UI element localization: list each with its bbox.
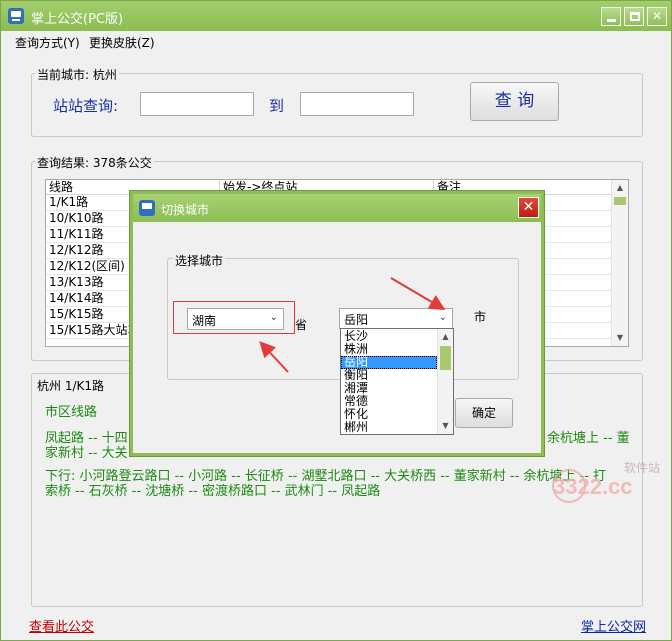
scroll-up-icon[interactable]: ▲ [612,180,628,196]
to-label: 到 [269,97,285,115]
brand-website-link[interactable]: 掌上公交网 [581,616,646,635]
up-route-line2-left: 家新村 -- 大关 [45,446,128,461]
line-cell: 13/K13路 [49,275,104,289]
scroll-down-icon[interactable]: ▼ [612,330,628,346]
results-legend: 查询结果: 378条公交 [35,154,154,171]
up-route-line1-right: 余杭塘上 -- 董 [547,431,630,446]
watermark-logo: 3322.cc 软件站 [552,461,660,503]
switch-city-dialog: 切换城市 ✕ 选择城市 湖南 ⌄ 省 岳阳 ⌄ 市 长沙 株洲 岳阳 衡阳 湘潭… [130,191,544,456]
title-bar[interactable]: 掌上公交(PC版) ✕ [1,1,671,31]
scroll-thumb[interactable] [440,346,451,370]
city-value: 岳阳 [344,313,369,327]
view-bus-link[interactable]: 查看此公交 [29,616,94,635]
select-city-legend: 选择城市 [173,252,226,269]
line-cell: 12/K12(区间) [49,259,125,273]
close-button[interactable]: ✕ [647,7,667,26]
station-query-label: 站站查询: [53,97,119,115]
line-cell: 11/K11路 [49,227,104,241]
city-dropdown-list[interactable]: 长沙 株洲 岳阳 衡阳 湘潭 常德 怀化 郴州 ▲ ▼ [340,328,454,435]
dropdown-scrollbar[interactable]: ▲ ▼ [437,329,453,434]
maximize-icon [630,12,640,21]
minimize-icon [607,19,616,22]
line-cell: 14/K14路 [49,291,104,305]
menu-change-skin[interactable]: 更换皮肤(Z) [89,34,155,51]
line-cell: 1/K1路 [49,195,89,209]
minimize-button[interactable] [601,7,621,26]
menu-bar: 查询方式(Y) 更换皮肤(Z) [1,31,671,51]
list-scrollbar[interactable]: ▲ ▼ [611,180,628,346]
chevron-down-icon: ⌄ [269,312,278,323]
dialog-title-bar[interactable]: 切换城市 ✕ [133,194,541,222]
close-icon: ✕ [651,9,663,23]
watermark-brand: 3322.cc [553,474,633,499]
scroll-down-icon[interactable]: ▼ [438,418,453,434]
city-option[interactable]: 郴州 [341,421,437,434]
query-button[interactable]: 查 询 [470,82,559,121]
window-title: 掌上公交(PC版) [31,12,124,27]
line-cell: 10/K10路 [49,211,104,225]
province-select[interactable]: 湖南 ⌄ [187,308,284,330]
chevron-down-icon: ⌄ [438,312,447,323]
dialog-close-button[interactable]: ✕ [518,197,539,218]
bus-dialog-icon [139,200,155,216]
current-city-legend: 当前城市: 杭州 [35,66,119,83]
from-station-input[interactable] [140,92,254,116]
district-label: 市区线路 [45,405,98,420]
watermark-tag: 软件站 [624,461,660,475]
to-station-input[interactable] [300,92,414,116]
route-detail-legend: 杭州 1/K1路 [35,377,106,394]
maximize-button[interactable] [624,7,644,26]
dialog-title: 切换城市 [161,203,210,217]
province-unit-label: 省 [295,318,308,332]
down-route-line2: 索桥 -- 石灰桥 -- 沈塘桥 -- 密渡桥路口 -- 武林门 -- 凤起路 [45,484,381,499]
line-cell: 15/K15路 [49,307,104,321]
scroll-up-icon[interactable]: ▲ [438,329,453,345]
scroll-thumb[interactable] [614,197,626,205]
close-icon: ✕ [522,199,535,215]
menu-query-mode[interactable]: 查询方式(Y) [15,34,80,51]
city-select[interactable]: 岳阳 ⌄ [339,308,453,329]
line-cell: 15/K15路大站车 [49,323,140,337]
bus-app-icon [8,8,24,24]
confirm-button[interactable]: 确定 [455,398,513,428]
province-value: 湖南 [192,314,217,328]
line-cell: 12/K12路 [49,243,104,257]
city-unit-label: 市 [474,310,487,324]
